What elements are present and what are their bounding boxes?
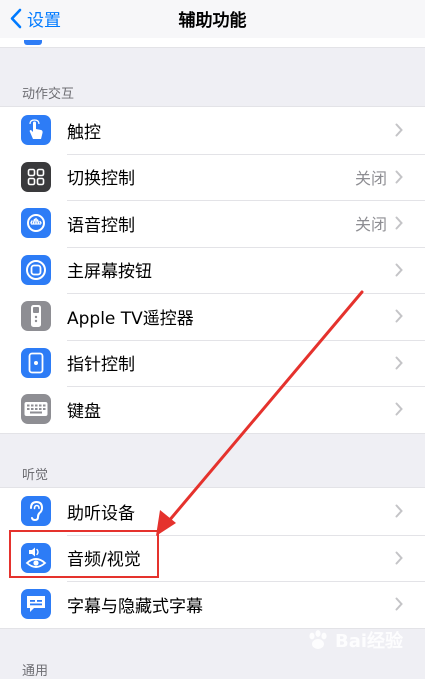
row-value: 关闭 [354, 168, 387, 188]
section-header-interaction: 动作交互 [22, 87, 75, 102]
keyboard-icon [21, 394, 51, 425]
section-group-interaction: 触控 切换控制 关闭 语音控制 关闭 主屏幕按钮 Apple TV遥控器 指针控… [0, 106, 425, 434]
row-touch[interactable]: 触控 [0, 107, 425, 154]
paw-logo-icon [309, 630, 327, 649]
section-group-hearing: 助听设备 音频/视觉 字幕与隐藏式字幕 [0, 487, 425, 629]
voice-control-icon [21, 208, 51, 239]
home-button-icon [21, 254, 51, 285]
row-home-button[interactable]: 主屏幕按钮 [0, 246, 425, 294]
row-voice-control[interactable]: 语音控制 关闭 [0, 200, 425, 247]
apple-tv-remote-icon [21, 301, 51, 332]
chevron-right-icon [395, 263, 403, 277]
row-apple-tv-remote[interactable]: Apple TV遥控器 [0, 293, 425, 340]
ear-icon [21, 496, 51, 527]
chevron-right-icon [395, 356, 403, 370]
row-subtitles[interactable]: 字幕与隐藏式字幕 [0, 581, 425, 628]
touch-hand-icon [21, 115, 51, 146]
chevron-right-icon [395, 216, 403, 230]
partial-icon [24, 40, 42, 45]
row-label: 键盘 [67, 401, 101, 422]
row-label: Apple TV遥控器 [67, 308, 194, 329]
row-audio-visual[interactable]: 音频/视觉 [0, 534, 425, 582]
row-label: 触控 [67, 122, 101, 143]
watermark-text: Bai经验 [335, 631, 404, 652]
page-title: 辅助功能 [178, 11, 247, 31]
chevron-right-icon [395, 402, 403, 416]
row-label: 切换控制 [67, 169, 135, 190]
section-header-general: 通用 [22, 664, 49, 679]
row-keyboard[interactable]: 键盘 [0, 386, 425, 433]
row-label: 主屏幕按钮 [67, 262, 152, 283]
audio-visual-icon [21, 542, 51, 573]
chevron-right-icon [395, 597, 403, 611]
row-hearing-devices[interactable]: 助听设备 [0, 488, 425, 535]
row-switch-control[interactable]: 切换控制 关闭 [0, 153, 425, 201]
subtitles-icon [21, 589, 51, 620]
section-header-hearing: 听觉 [22, 468, 49, 483]
row-label: 指针控制 [67, 355, 135, 376]
switch-control-grid-icon [21, 161, 51, 192]
row-label: 助听设备 [67, 503, 135, 524]
chevron-right-icon [395, 504, 403, 518]
pointer-control-icon [21, 347, 51, 378]
row-label: 语音控制 [67, 215, 135, 236]
chevron-right-icon [395, 123, 403, 137]
chevron-right-icon [395, 551, 403, 565]
row-value: 关闭 [354, 215, 387, 235]
chevron-right-icon [395, 309, 403, 323]
navigation-bar: 设置 辅助功能 [0, 0, 425, 39]
row-pointer-control[interactable]: 指针控制 [0, 339, 425, 387]
row-label: 字幕与隐藏式字幕 [67, 596, 203, 617]
row-label: 音频/视觉 [67, 550, 141, 571]
previous-row-stub [0, 38, 425, 48]
chevron-right-icon [395, 170, 403, 184]
